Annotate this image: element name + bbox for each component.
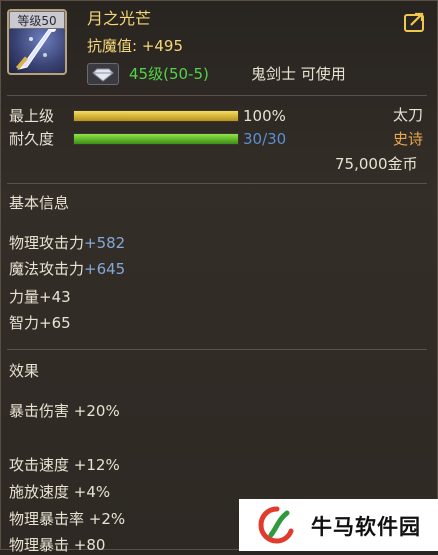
effect-value: +4% [73, 483, 111, 501]
stat-value: +65 [39, 314, 71, 332]
effect-name: 物理暴击 [9, 536, 70, 554]
divider [7, 183, 427, 184]
effect-row: 施放速度 +4% [9, 482, 110, 502]
durability-value: 30/30 [243, 130, 287, 148]
stat-row: 物理攻击力+582 [9, 233, 125, 253]
max-level-label: 最上级 [9, 107, 55, 125]
max-level-bar [73, 110, 239, 122]
stat-name: 魔法攻击力 [9, 260, 85, 278]
divider [7, 349, 427, 350]
stat-row: 力量+43 [9, 287, 71, 307]
watermark-logo-icon [257, 505, 297, 545]
effect-value: +20% [73, 402, 120, 420]
effect-value: +2% [88, 510, 126, 528]
level-badge: 等级50 [9, 11, 65, 29]
required-level: 45级(50-5) [129, 65, 209, 83]
watermark-text: 牛马软件园 [311, 515, 421, 539]
weapon-type: 太刀 [393, 106, 424, 124]
gem-icon [87, 63, 119, 85]
durability-bar-fill [74, 134, 238, 144]
effect-name: 攻击速度 [9, 456, 70, 474]
stat-value: +582 [84, 234, 126, 252]
item-name: 月之光芒 [87, 9, 152, 28]
effect-value: +12% [73, 456, 120, 474]
price-label: 75,000金币 [335, 155, 418, 173]
effect-row: 物理暴击率 +2% [9, 509, 125, 529]
max-level-value: 100% [243, 107, 286, 125]
stat-name: 物理攻击力 [9, 234, 85, 252]
effect-name: 暴击伤害 [9, 402, 70, 420]
stat-value: +43 [39, 288, 71, 306]
watermark: 牛马软件园 [239, 499, 438, 551]
basic-info-heading: 基本信息 [9, 194, 70, 212]
durability-bar [73, 133, 239, 145]
effect-row: 攻击速度 +12% [9, 455, 120, 475]
effect-name: 物理暴击率 [9, 510, 85, 528]
effect-name: 施放速度 [9, 483, 70, 501]
rarity-label: 史诗 [393, 130, 424, 148]
divider [7, 95, 427, 96]
stat-name: 智力 [9, 314, 40, 332]
stat-name: 力量 [9, 288, 40, 306]
effects-heading: 效果 [9, 362, 40, 380]
durability-label: 耐久度 [9, 130, 55, 148]
effect-row: 物理暴击 +80 [9, 535, 105, 555]
anti-magic-value: 抗魔值: +495 [87, 37, 184, 55]
stat-row: 智力+65 [9, 313, 71, 333]
max-level-bar-fill [74, 111, 238, 121]
required-class: 鬼剑士 可使用 [251, 65, 346, 83]
effect-value: +80 [73, 536, 106, 554]
item-tooltip-panel: 等级50 月之光芒 抗魔值: +495 45级(50-5) 鬼剑士 可使用 最上… [0, 0, 438, 554]
stat-value: +645 [84, 260, 126, 278]
stat-row: 魔法攻击力+645 [9, 259, 125, 279]
effect-row: 暴击伤害 +20% [9, 401, 120, 421]
export-icon[interactable] [403, 11, 427, 33]
